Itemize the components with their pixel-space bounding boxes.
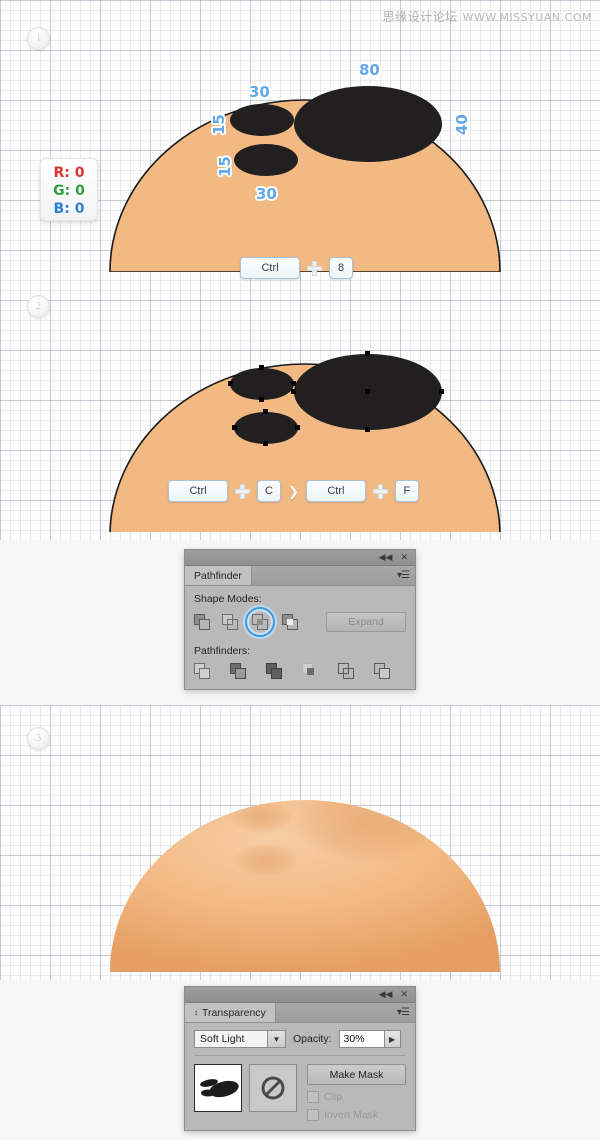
key-ctrl[interactable]: Ctrl (240, 257, 300, 279)
tab-expand-icon: ↕ (194, 1008, 198, 1017)
panel-menu-button[interactable]: ▾☰ (252, 566, 415, 585)
invert-mask-checkbox[interactable] (307, 1109, 319, 1121)
opacity-input[interactable]: 30% ▶ (338, 1030, 401, 1048)
rgb-red-value: R: 0 (53, 165, 85, 181)
plus-icon (307, 260, 322, 276)
shape-modes-label: Shape Modes: (194, 593, 262, 605)
ellipse-small-bottom (234, 144, 298, 176)
artwork-step3 (0, 705, 600, 980)
no-mask-icon (261, 1076, 285, 1100)
key-f[interactable]: F (394, 480, 419, 502)
clip-checkbox[interactable] (307, 1091, 319, 1103)
dimension-label-15-bottom: 15 (216, 156, 234, 177)
blend-opacity-row: Soft Light ▼ Opacity: 30% ▶ (194, 1030, 406, 1048)
transparency-tabstrip: ↕ Transparency ▾☰ (185, 1003, 415, 1023)
pathfinder-titlebar: ◀◀ ✕ (185, 550, 415, 566)
pathfinder-tabstrip: Pathfinder ▾☰ (185, 566, 415, 586)
dimension-label-80: 80 (359, 61, 380, 79)
close-icon[interactable]: ✕ (400, 553, 408, 562)
collapse-icon[interactable]: ◀◀ (379, 553, 393, 562)
unite-icon[interactable] (194, 613, 211, 631)
tab-transparency-label: Transparency (202, 1006, 266, 1019)
dimension-label-30-bottom: 30 (256, 185, 277, 203)
crop-icon[interactable] (302, 663, 319, 680)
make-mask-label: Make Mask (329, 1068, 384, 1081)
merge-icon[interactable] (266, 663, 283, 680)
transparency-body: Soft Light ▼ Opacity: 30% ▶ Make Mask Cl… (185, 1023, 415, 1130)
ellipse-large (294, 86, 442, 162)
exclude-icon[interactable] (282, 613, 299, 631)
invert-mask-checkbox-row[interactable]: Invert Mask (307, 1109, 406, 1121)
blend-mode-select[interactable]: Soft Light ▼ (194, 1030, 286, 1048)
close-icon[interactable]: ✕ (400, 990, 408, 999)
panel-menu-icon: ▾☰ (397, 570, 410, 581)
key-c[interactable]: C (257, 480, 281, 502)
artwork-step1 (0, 0, 600, 300)
blend-mode-value: Soft Light (200, 1033, 245, 1045)
rgb-color-card: R: 0 G: 0 B: 0 (40, 158, 98, 221)
mask-controls: Make Mask Clip Invert Mask (304, 1064, 406, 1121)
pathfinders-row (194, 663, 406, 680)
make-mask-button[interactable]: Make Mask (307, 1064, 406, 1085)
outline-icon[interactable] (338, 663, 355, 680)
minus-front-icon[interactable] (222, 613, 239, 631)
pathfinder-body: Shape Modes: Expand Pathfinders: (185, 586, 415, 689)
trim-icon[interactable] (230, 663, 247, 680)
transparency-titlebar: ◀◀ ✕ (185, 987, 415, 1003)
intersect-icon (251, 613, 269, 631)
panel-divider (194, 1055, 406, 1056)
rgb-blue-value: B: 0 (53, 201, 85, 217)
shortcut-copy-paste-front: Ctrl C ❯ Ctrl F (168, 480, 419, 502)
pathfinders-label: Pathfinders: (194, 645, 251, 657)
tab-pathfinder-label: Pathfinder (194, 569, 242, 582)
dimension-label-40: 40 (453, 114, 471, 135)
tab-pathfinder[interactable]: Pathfinder (185, 566, 252, 585)
tab-transparency[interactable]: ↕ Transparency (185, 1003, 276, 1022)
pathfinder-panel: ◀◀ ✕ Pathfinder ▾☰ Shape Modes: Expand P… (184, 549, 416, 690)
opacity-value: 30% (343, 1033, 365, 1045)
chevron-down-icon[interactable]: ▼ (267, 1031, 285, 1047)
expand-button[interactable]: Expand (326, 612, 406, 632)
mask-thumbnail-empty[interactable] (249, 1064, 297, 1112)
clip-checkbox-row[interactable]: Clip (307, 1091, 406, 1103)
plus-icon (235, 483, 250, 499)
key-ctrl-copy[interactable]: Ctrl (168, 480, 228, 502)
divide-icon[interactable] (194, 663, 211, 680)
invert-mask-label: Invert Mask (324, 1109, 379, 1121)
plus-icon (372, 483, 388, 499)
object-thumbnail[interactable] (194, 1064, 242, 1112)
panel-menu-button[interactable]: ▾☰ (276, 1003, 415, 1022)
dimension-label-15-top: 15 (210, 114, 228, 135)
then-arrow-icon: ❯ (288, 483, 299, 499)
expand-button-label: Expand (348, 616, 384, 628)
clip-label: Clip (324, 1091, 343, 1103)
intersect-icon-selected[interactable] (245, 607, 275, 637)
dimension-label-30-top: 30 (249, 83, 270, 101)
opacity-label: Opacity: (293, 1033, 332, 1045)
minus-back-icon[interactable] (374, 663, 391, 680)
ellipse-small-top (230, 104, 294, 136)
shortcut-ctrl-8: Ctrl 8 (240, 257, 353, 279)
panel-menu-icon: ▾☰ (397, 1007, 410, 1018)
shape-modes-row: Expand (194, 607, 406, 637)
key-ctrl-front[interactable]: Ctrl (305, 480, 366, 502)
collapse-icon[interactable]: ◀◀ (379, 990, 393, 999)
rgb-green-value: G: 0 (53, 183, 85, 199)
artwork-step2 (0, 300, 600, 540)
mask-row: Make Mask Clip Invert Mask (194, 1064, 406, 1121)
chevron-right-icon[interactable]: ▶ (383, 1031, 400, 1047)
key-8[interactable]: 8 (329, 257, 353, 279)
tutorial-canvas: 思缘设计论坛 WWW.MISSYUAN.COM 1 2 3 30 15 15 30… (0, 0, 600, 1140)
transparency-panel: ◀◀ ✕ ↕ Transparency ▾☰ Soft Light ▼ Opac… (184, 986, 416, 1131)
